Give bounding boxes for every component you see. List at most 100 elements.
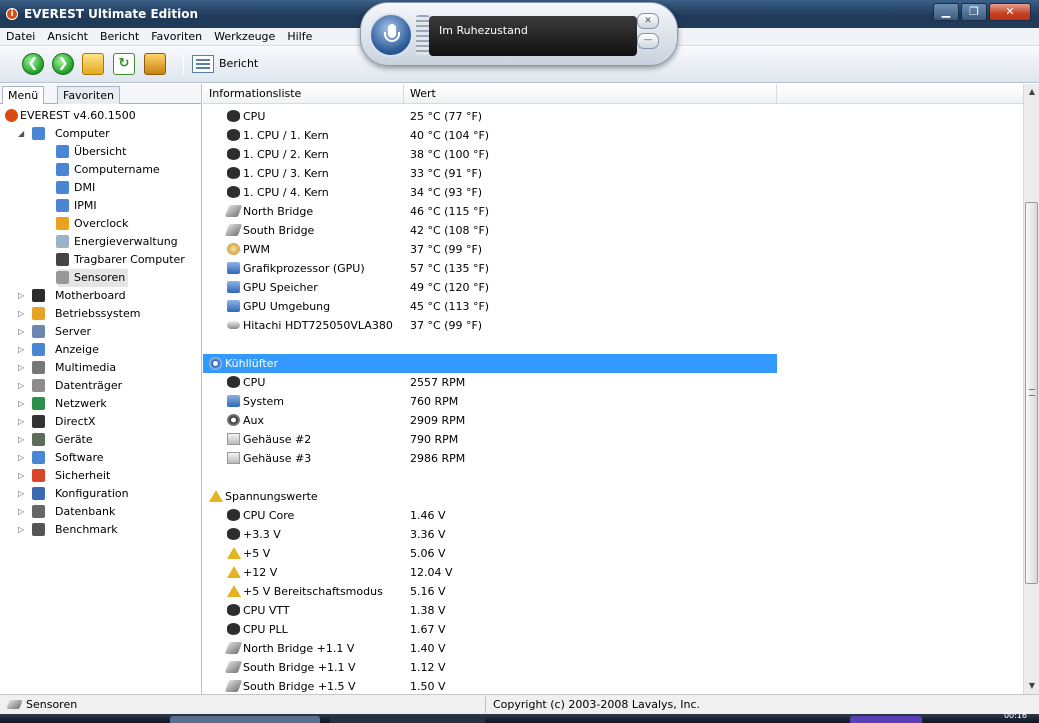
expand-icon[interactable]: ▷ xyxy=(18,449,24,467)
tab-menu[interactable]: Menü xyxy=(2,86,45,104)
speech-minimize-button[interactable]: — xyxy=(637,33,659,49)
tree-item[interactable]: Tragbarer Computer xyxy=(0,251,201,269)
maximize-button[interactable]: ❐ xyxy=(961,3,987,21)
refresh-button[interactable]: ↻ xyxy=(113,53,135,75)
report-button-label[interactable]: Bericht xyxy=(219,57,258,70)
tree-item[interactable]: Computername xyxy=(0,161,201,179)
menu-hilfe[interactable]: Hilfe xyxy=(281,28,318,45)
tree-item[interactable]: Sensoren xyxy=(56,269,128,287)
tree-item[interactable]: EVEREST v4.60.1500 xyxy=(0,107,201,125)
sensor-row[interactable]: +3.3 V 3.36 V xyxy=(203,525,1023,544)
vertical-scrollbar[interactable]: ▲ ▼ xyxy=(1023,84,1039,694)
tree-item[interactable]: ▷ Server xyxy=(0,323,201,341)
sensor-row[interactable]: +5 V 5.06 V xyxy=(203,544,1023,563)
group-header[interactable]: Spannungswerte xyxy=(203,487,777,506)
taskbar-button[interactable] xyxy=(170,716,320,723)
tree-item-label: Multimedia xyxy=(55,361,117,374)
minimize-button[interactable]: ▁ xyxy=(933,3,959,21)
tree-item[interactable]: IPMI xyxy=(0,197,201,215)
tab-favorites[interactable]: Favoriten xyxy=(57,86,120,104)
tree-item[interactable]: ▷ DirectX xyxy=(0,413,201,431)
sensor-row[interactable]: System 760 RPM xyxy=(203,392,1023,411)
sensor-row[interactable]: Hitachi HDT725050VLA380 37 °C (99 °F) xyxy=(203,316,1023,335)
sensor-row[interactable]: North Bridge 46 °C (115 °F) xyxy=(203,202,1023,221)
speech-close-button[interactable]: ✕ xyxy=(637,13,659,29)
expand-icon[interactable]: ▷ xyxy=(18,485,24,503)
up-folder-button[interactable] xyxy=(82,53,104,75)
taskbar-tray-area[interactable] xyxy=(850,716,922,723)
scroll-down-button[interactable]: ▼ xyxy=(1024,678,1039,694)
expand-icon[interactable]: ▷ xyxy=(18,287,24,305)
sensor-row[interactable]: CPU PLL 1.67 V xyxy=(203,620,1023,639)
expand-icon[interactable]: ▷ xyxy=(18,413,24,431)
sensor-row[interactable]: Grafikprozessor (GPU) 57 °C (135 °F) xyxy=(203,259,1023,278)
tree-item[interactable]: Energieverwaltung xyxy=(0,233,201,251)
tree-item[interactable]: Overclock xyxy=(0,215,201,233)
sensor-row[interactable]: North Bridge +1.1 V 1.40 V xyxy=(203,639,1023,658)
sensor-row[interactable]: +12 V 12.04 V xyxy=(203,563,1023,582)
report-icon[interactable] xyxy=(192,55,214,73)
taskbar-button[interactable] xyxy=(330,716,485,723)
tree-item[interactable]: ▷ Motherboard xyxy=(0,287,201,305)
sensor-row[interactable]: PWM 37 °C (99 °F) xyxy=(203,240,1023,259)
expand-icon[interactable]: ▷ xyxy=(18,323,24,341)
sensor-row[interactable]: South Bridge +1.1 V 1.12 V xyxy=(203,658,1023,677)
column-header-value[interactable]: Wert xyxy=(404,84,777,104)
microphone-button[interactable] xyxy=(369,13,413,57)
menu-favoriten[interactable]: Favoriten xyxy=(145,28,208,45)
tree-item[interactable]: ▷ Software xyxy=(0,449,201,467)
expand-icon[interactable]: ▷ xyxy=(18,467,24,485)
scroll-up-button[interactable]: ▲ xyxy=(1024,84,1039,100)
sensor-row[interactable]: 1. CPU / 1. Kern 40 °C (104 °F) xyxy=(203,126,1023,145)
scroll-thumb[interactable] xyxy=(1025,202,1038,584)
sensor-row[interactable]: 1. CPU / 3. Kern 33 °C (91 °F) xyxy=(203,164,1023,183)
expand-icon[interactable]: ▷ xyxy=(18,395,24,413)
sensor-row[interactable]: Aux 2909 RPM xyxy=(203,411,1023,430)
sensor-row[interactable]: CPU 25 °C (77 °F) xyxy=(203,107,1023,126)
sensor-row[interactable]: CPU VTT 1.38 V xyxy=(203,601,1023,620)
clock[interactable]: 00:16 xyxy=(1004,711,1027,720)
group-header[interactable]: Kühllüfter xyxy=(203,354,777,373)
sensor-row[interactable]: GPU Umgebung 45 °C (113 °F) xyxy=(203,297,1023,316)
tree-item[interactable]: DMI xyxy=(0,179,201,197)
users-button[interactable] xyxy=(144,53,166,75)
expand-icon[interactable]: ▷ xyxy=(18,341,24,359)
tree-item[interactable]: ▷ Datenträger xyxy=(0,377,201,395)
sensor-row[interactable]: CPU 2557 RPM xyxy=(203,373,1023,392)
expand-icon[interactable]: ▷ xyxy=(18,503,24,521)
back-button[interactable]: ❮ xyxy=(22,53,44,75)
tree-item[interactable]: ◢ Computer xyxy=(0,125,201,143)
menu-werkzeuge[interactable]: Werkzeuge xyxy=(208,28,281,45)
expand-icon[interactable]: ▷ xyxy=(18,377,24,395)
sensor-row[interactable]: South Bridge 42 °C (108 °F) xyxy=(203,221,1023,240)
sensor-row[interactable]: Gehäuse #3 2986 RPM xyxy=(203,449,1023,468)
menu-datei[interactable]: Datei xyxy=(0,28,41,45)
expand-icon[interactable]: ▷ xyxy=(18,305,24,323)
sensor-value: 1.67 V xyxy=(410,623,446,636)
menu-bericht[interactable]: Bericht xyxy=(94,28,145,45)
column-header-info[interactable]: Informationsliste xyxy=(203,84,404,104)
expand-icon[interactable]: ▷ xyxy=(18,359,24,377)
sensor-row[interactable]: CPU Core 1.46 V xyxy=(203,506,1023,525)
sensor-row[interactable]: 1. CPU / 4. Kern 34 °C (93 °F) xyxy=(203,183,1023,202)
forward-button[interactable]: ❯ xyxy=(52,53,74,75)
tree-item[interactable]: ▷ Benchmark xyxy=(0,521,201,539)
tree-item[interactable]: ▷ Multimedia xyxy=(0,359,201,377)
sensor-row[interactable]: 1. CPU / 2. Kern 38 °C (100 °F) xyxy=(203,145,1023,164)
tree-item[interactable]: ▷ Sicherheit xyxy=(0,467,201,485)
sensor-row[interactable]: GPU Speicher 49 °C (120 °F) xyxy=(203,278,1023,297)
tree-item[interactable]: ▷ Anzeige xyxy=(0,341,201,359)
tree-item[interactable]: ▷ Geräte xyxy=(0,431,201,449)
sensor-row[interactable]: +5 V Bereitschaftsmodus 5.16 V xyxy=(203,582,1023,601)
expand-icon[interactable]: ▷ xyxy=(18,431,24,449)
tree-item[interactable]: ▷ Netzwerk xyxy=(0,395,201,413)
menu-ansicht[interactable]: Ansicht xyxy=(41,28,94,45)
sensor-row[interactable]: Gehäuse #2 790 RPM xyxy=(203,430,1023,449)
tree-item[interactable]: ▷ Datenbank xyxy=(0,503,201,521)
tree-item[interactable]: ▷ Betriebssystem xyxy=(0,305,201,323)
collapse-icon[interactable]: ◢ xyxy=(18,125,24,143)
close-button[interactable]: ✕ xyxy=(989,3,1031,21)
tree-item[interactable]: ▷ Konfiguration xyxy=(0,485,201,503)
tree-item[interactable]: Übersicht xyxy=(0,143,201,161)
expand-icon[interactable]: ▷ xyxy=(18,521,24,539)
